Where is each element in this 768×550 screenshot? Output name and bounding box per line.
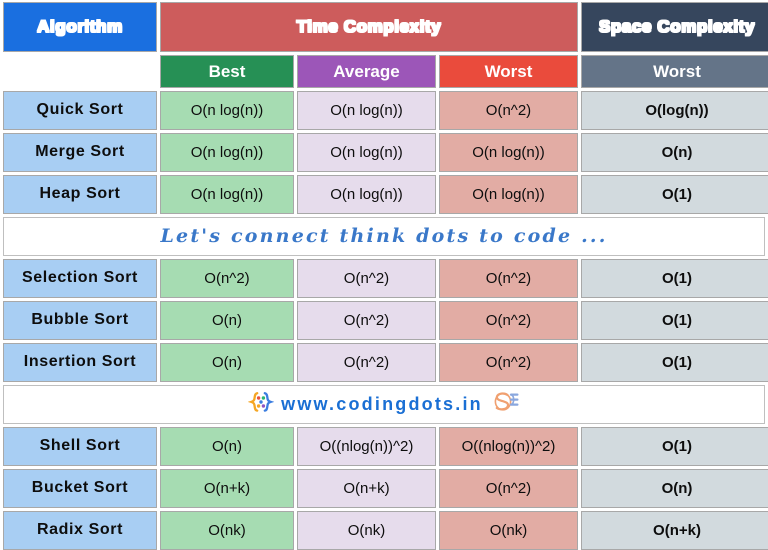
cell-average: O(n log(n)) <box>297 133 436 172</box>
table-row: Merge Sort O(n log(n)) O(n log(n)) O(n l… <box>1 133 768 175</box>
cell-algorithm: Quick Sort <box>3 91 157 130</box>
cell-worst: O(n^2) <box>439 91 578 130</box>
cell-average: O((nlog(n))^2) <box>297 427 436 466</box>
tagline-banner-row: Let's connect think dots to code ... <box>1 217 767 259</box>
tagline-banner: Let's connect think dots to code ... <box>3 217 765 256</box>
complexity-cheatsheet: Algorithm Time Complexity Space Complexi… <box>0 0 768 550</box>
cell-algorithm: Bucket Sort <box>3 469 157 508</box>
cell-average: O(nk) <box>297 511 436 550</box>
cell-algorithm: Heap Sort <box>3 175 157 214</box>
website-banner-row: www.codingdots.in <box>1 385 767 427</box>
cell-worst: O((nlog(n))^2) <box>439 427 578 466</box>
table-row: Shell Sort O(n) O((nlog(n))^2) O((nlog(n… <box>1 427 768 469</box>
cell-best: O(n log(n)) <box>160 133 294 172</box>
cell-worst: O(nk) <box>439 511 578 550</box>
cell-average: O(n^2) <box>297 343 436 382</box>
cell-space: O(1) <box>581 175 768 214</box>
cell-space: O(log(n)) <box>581 91 768 130</box>
header-time-complexity: Time Complexity <box>160 2 578 52</box>
table-row: Radix Sort O(nk) O(nk) O(nk) O(n+k) <box>1 511 768 550</box>
cell-worst: O(n^2) <box>439 259 578 298</box>
cell-space: O(1) <box>581 301 768 340</box>
cell-average: O(n log(n)) <box>297 91 436 130</box>
cell-algorithm: Shell Sort <box>3 427 157 466</box>
cell-best: O(n^2) <box>160 259 294 298</box>
table-row: Heap Sort O(n log(n)) O(n log(n)) O(n lo… <box>1 175 768 217</box>
table-row: Bubble Sort O(n) O(n^2) O(n^2) O(1) <box>1 301 768 343</box>
header-time-worst: Worst <box>439 55 578 88</box>
header-space-complexity: Space Complexity <box>581 2 768 52</box>
cell-average: O(n^2) <box>297 301 436 340</box>
header-best: Best <box>160 55 294 88</box>
cell-algorithm: Bubble Sort <box>3 301 157 340</box>
table-row: Quick Sort O(n log(n)) O(n log(n)) O(n^2… <box>1 91 768 133</box>
cell-worst: O(n log(n)) <box>439 133 578 172</box>
cell-average: O(n^2) <box>297 259 436 298</box>
cell-space: O(n) <box>581 133 768 172</box>
header-average: Average <box>297 55 436 88</box>
cell-algorithm: Insertion Sort <box>3 343 157 382</box>
table-row: Insertion Sort O(n) O(n^2) O(n^2) O(1) <box>1 343 768 385</box>
codingdots-s-logo-icon <box>490 390 520 419</box>
cell-worst: O(n^2) <box>439 469 578 508</box>
table-row: Bucket Sort O(n+k) O(n+k) O(n^2) O(n) <box>1 469 768 511</box>
cell-best: O(n) <box>160 301 294 340</box>
cell-best: O(nk) <box>160 511 294 550</box>
tagline-text: Let's connect think dots to code ... <box>160 224 608 247</box>
table-row: Selection Sort O(n^2) O(n^2) O(n^2) O(1) <box>1 259 768 301</box>
cell-space: O(n) <box>581 469 768 508</box>
cell-best: O(n+k) <box>160 469 294 508</box>
website-url-text: www.codingdots.in <box>281 394 483 415</box>
cell-algorithm: Selection Sort <box>3 259 157 298</box>
cell-space: O(1) <box>581 259 768 298</box>
cell-space: O(1) <box>581 427 768 466</box>
cell-best: O(n log(n)) <box>160 91 294 130</box>
cell-space: O(1) <box>581 343 768 382</box>
header-algorithm: Algorithm <box>3 2 157 52</box>
website-banner[interactable]: www.codingdots.in <box>3 385 765 424</box>
cell-worst: O(n^2) <box>439 301 578 340</box>
cell-algorithm: Radix Sort <box>3 511 157 550</box>
header-space-worst: Worst <box>581 55 768 88</box>
cell-average: O(n log(n)) <box>297 175 436 214</box>
cell-algorithm: Merge Sort <box>3 133 157 172</box>
cell-space: O(n+k) <box>581 511 768 550</box>
cell-average: O(n+k) <box>297 469 436 508</box>
curly-braces-logo-icon <box>247 391 275 418</box>
cell-worst: O(n log(n)) <box>439 175 578 214</box>
header-row-top: Algorithm Time Complexity Space Complexi… <box>1 2 768 55</box>
cell-worst: O(n^2) <box>439 343 578 382</box>
cell-best: O(n) <box>160 427 294 466</box>
cell-best: O(n log(n)) <box>160 175 294 214</box>
cell-best: O(n) <box>160 343 294 382</box>
header-row-sub: Best Average Worst Worst <box>1 55 768 91</box>
